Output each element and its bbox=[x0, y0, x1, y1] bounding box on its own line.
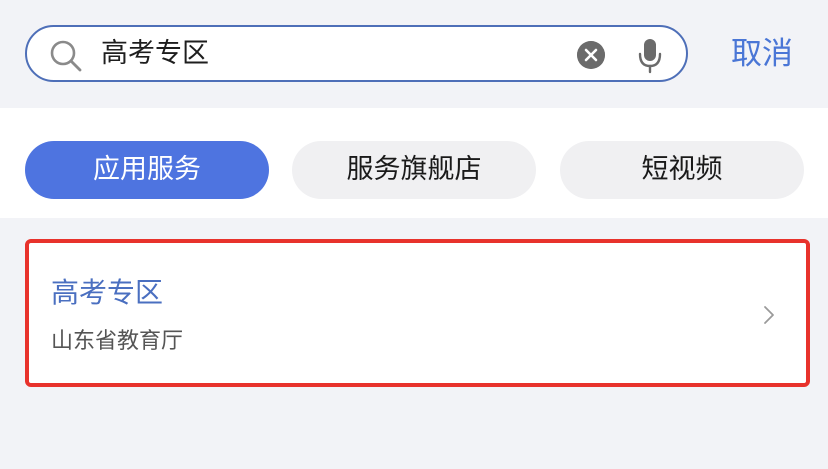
search-result-item[interactable]: 高考专区 山东省教育厅 bbox=[25, 239, 810, 387]
clear-icon[interactable] bbox=[577, 41, 605, 69]
cancel-button[interactable]: 取消 bbox=[712, 32, 812, 76]
microphone-icon[interactable] bbox=[637, 38, 663, 74]
result-title: 高考专区 bbox=[51, 276, 164, 309]
category-tabs: 应用服务 服务旗舰店 短视频 bbox=[0, 108, 828, 218]
tab-service-flagship-store[interactable]: 服务旗舰店 bbox=[292, 141, 536, 199]
search-icon bbox=[50, 40, 82, 72]
search-header: 取消 bbox=[0, 0, 828, 108]
search-box[interactable] bbox=[25, 25, 688, 82]
tab-short-video[interactable]: 短视频 bbox=[560, 141, 804, 199]
chevron-right-icon bbox=[764, 306, 774, 324]
search-input[interactable] bbox=[101, 27, 561, 80]
tab-app-services[interactable]: 应用服务 bbox=[25, 141, 269, 199]
result-subtitle: 山东省教育厅 bbox=[51, 329, 184, 354]
